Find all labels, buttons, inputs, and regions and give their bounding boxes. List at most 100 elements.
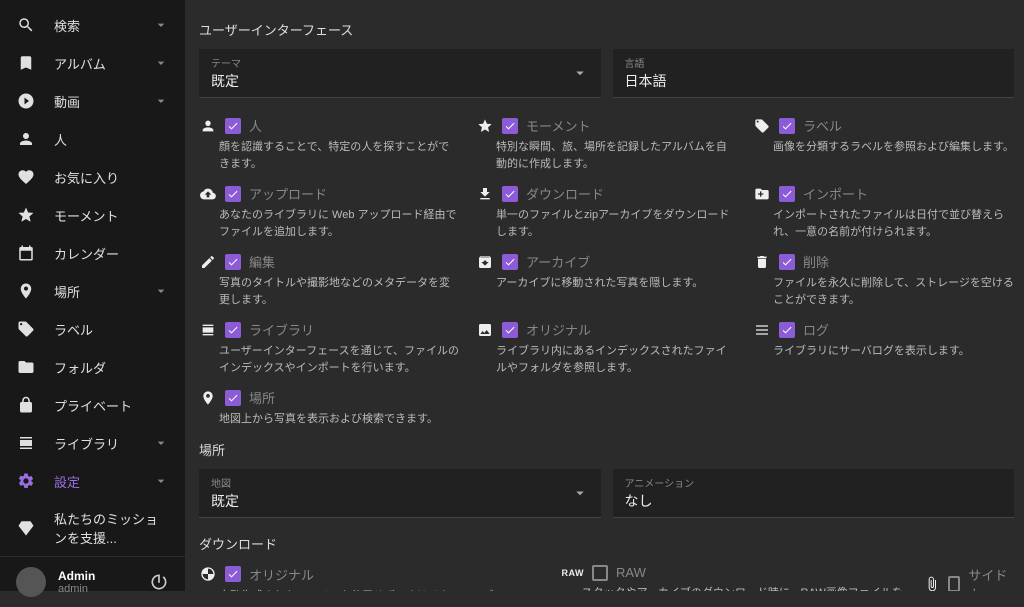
search-icon [16, 15, 36, 35]
map-select[interactable]: 地図 既定 [199, 469, 601, 518]
sidebar-item-label: 人 [54, 130, 169, 149]
film-icon [199, 321, 217, 339]
cloud-upload-icon [199, 185, 217, 203]
feature-checkbox[interactable] [502, 118, 518, 134]
theme-select[interactable]: テーマ 既定 [199, 49, 601, 98]
feature-checkbox[interactable] [502, 322, 518, 338]
sidebar-item-label: フォルダ [54, 358, 169, 377]
map-select-label: 地図 [211, 475, 589, 490]
map-select-value: 既定 [211, 491, 589, 511]
sidebar-item-label: カレンダー [54, 244, 169, 263]
download-icon [476, 185, 494, 203]
language-select[interactable]: 言語 日本語 [613, 49, 1015, 98]
animation-select[interactable]: アニメーション なし [613, 469, 1015, 518]
feature-title: ログ [803, 320, 829, 339]
sidebar-item-diamond[interactable]: 私たちのミッションを支援... [0, 500, 185, 556]
sidebar-item-label: 設定 [54, 472, 153, 491]
feature-checkbox[interactable] [225, 186, 241, 202]
feature-import: インポート インポートされたファイルは日付で並び替えられ、一意の名前が付けられま… [753, 182, 1014, 242]
feature-archive: アーカイブ アーカイブに移動された写真を隠します。 [476, 250, 737, 310]
feature-desc: ライブラリ内にあるインデックスされたファイルやフォルダを参照します。 [476, 343, 737, 376]
sidebar-item-calendar[interactable]: カレンダー [0, 234, 185, 272]
sidebar-item-film[interactable]: ライブラリ [0, 424, 185, 462]
bookmark-icon [16, 53, 36, 73]
feature-desc: 自動生成されたファイルを使用せず、オリジナルのメディアファイルのみをダウンロード… [199, 588, 546, 592]
sidebar: 検索 アルバム 動画 人 お気に入り モーメント カレンダー 場所 ラベル フォ… [0, 0, 185, 591]
feature-desc: インポートされたファイルは日付で並び替えられ、一意の名前が付けられます。 [753, 207, 1014, 240]
feature-title: 場所 [249, 388, 275, 407]
feature-checkbox[interactable] [502, 254, 518, 270]
star-icon [16, 205, 36, 225]
place-icon [199, 389, 217, 407]
feature-checkbox[interactable] [779, 322, 795, 338]
sidebar-item-bookmark[interactable]: アルバム [0, 44, 185, 82]
feature-checkbox[interactable] [948, 576, 960, 592]
diamond-icon [16, 518, 36, 538]
feature-edit: 編集 写真のタイトルや撮影地などのメタデータを変更します。 [199, 250, 460, 310]
feature-desc: 単一のファイルとzipアーカイブをダウンロードします。 [476, 207, 737, 240]
camera-icon [199, 565, 217, 583]
feature-checkbox[interactable] [592, 565, 608, 581]
trash-icon [753, 253, 771, 271]
sidebar-item-search[interactable]: 検索 [0, 6, 185, 44]
chevron-down-icon [153, 283, 169, 299]
feature-checkbox[interactable] [225, 322, 241, 338]
feature-people: 人 顔を認識することで、特定の人を探すことができます。 [199, 114, 460, 174]
sidebar-item-folder[interactable]: フォルダ [0, 348, 185, 386]
feature-desc: ユーザーインターフェースを通じて、ファイルのインデックスやインポートを行います。 [199, 343, 460, 376]
feature-desc: アーカイブに移動された写真を隠します。 [476, 275, 737, 292]
feature-cloud-upload: アップロード あなたのライブラリに Web アップロード経由でファイルを追加しま… [199, 182, 460, 242]
feature-photo: オリジナル ライブラリ内にあるインデックスされたファイルやフォルダを参照します。 [476, 318, 737, 378]
feature-checkbox[interactable] [779, 186, 795, 202]
sidebar-footer: Admin admin [0, 556, 185, 607]
sidebar-item-label: お気に入り [54, 168, 169, 187]
sidebar-item-label: モーメント [54, 206, 169, 225]
feature-download: ダウンロード 単一のファイルとzipアーカイブをダウンロードします。 [476, 182, 737, 242]
feature-checkbox[interactable] [779, 254, 795, 270]
download-option-camera: オリジナル 自動生成されたファイルを使用せず、オリジナルのメディアファイルのみを… [199, 563, 546, 592]
language-select-value: 日本語 [625, 71, 1003, 91]
feature-checkbox[interactable] [225, 254, 241, 270]
feature-checkbox[interactable] [225, 118, 241, 134]
chevron-down-icon [153, 55, 169, 71]
theme-select-value: 既定 [211, 71, 589, 91]
sidebar-item-star[interactable]: モーメント [0, 196, 185, 234]
star-icon [476, 117, 494, 135]
sidebar-item-heart[interactable]: お気に入り [0, 158, 185, 196]
feature-tag: ラベル 画像を分類するラベルを参照および編集します。 [753, 114, 1014, 174]
feature-star: モーメント 特別な瞬間、旅、場所を記録したアルバムを自動的に作成します。 [476, 114, 737, 174]
feature-checkbox[interactable] [779, 118, 795, 134]
sidebar-item-label: 私たちのミッションを支援... [54, 509, 169, 547]
feature-title: ラベル [803, 116, 842, 135]
feature-title: ダウンロード [526, 184, 604, 203]
animation-select-value: なし [625, 491, 1003, 511]
feature-title: モーメント [526, 116, 590, 135]
feature-checkbox[interactable] [225, 390, 241, 406]
sidebar-item-label: プライベート [54, 396, 169, 415]
feature-title: 人 [249, 116, 262, 135]
feature-title: 編集 [249, 252, 275, 271]
user-info: Admin admin [58, 569, 149, 595]
download-option-raw: RAW RAW スタックやアーカイブのダウンロード時に、RAW画像ファイルを含め… [562, 563, 909, 592]
heart-icon [16, 167, 36, 187]
play-circle-icon [16, 91, 36, 111]
gear-icon [16, 471, 36, 491]
feature-title: サイドカー [968, 565, 1014, 592]
chevron-down-icon [153, 93, 169, 109]
list-icon [753, 321, 771, 339]
sidebar-item-gear[interactable]: 設定 [0, 462, 185, 500]
feature-desc: 地図上から写真を表示および検索できます。 [199, 411, 460, 428]
feature-checkbox[interactable] [502, 186, 518, 202]
attach-icon [924, 575, 940, 592]
sidebar-item-play-circle[interactable]: 動画 [0, 82, 185, 120]
sidebar-item-place[interactable]: 場所 [0, 272, 185, 310]
sidebar-item-lock[interactable]: プライベート [0, 386, 185, 424]
power-icon[interactable] [149, 572, 169, 592]
avatar[interactable] [16, 567, 46, 597]
feature-place: 場所 地図上から写真を表示および検索できます。 [199, 386, 460, 430]
sidebar-item-people[interactable]: 人 [0, 120, 185, 158]
edit-icon [199, 253, 217, 271]
section-ui-title: ユーザーインターフェース [199, 20, 1014, 39]
feature-checkbox[interactable] [225, 566, 241, 582]
sidebar-item-tag[interactable]: ラベル [0, 310, 185, 348]
